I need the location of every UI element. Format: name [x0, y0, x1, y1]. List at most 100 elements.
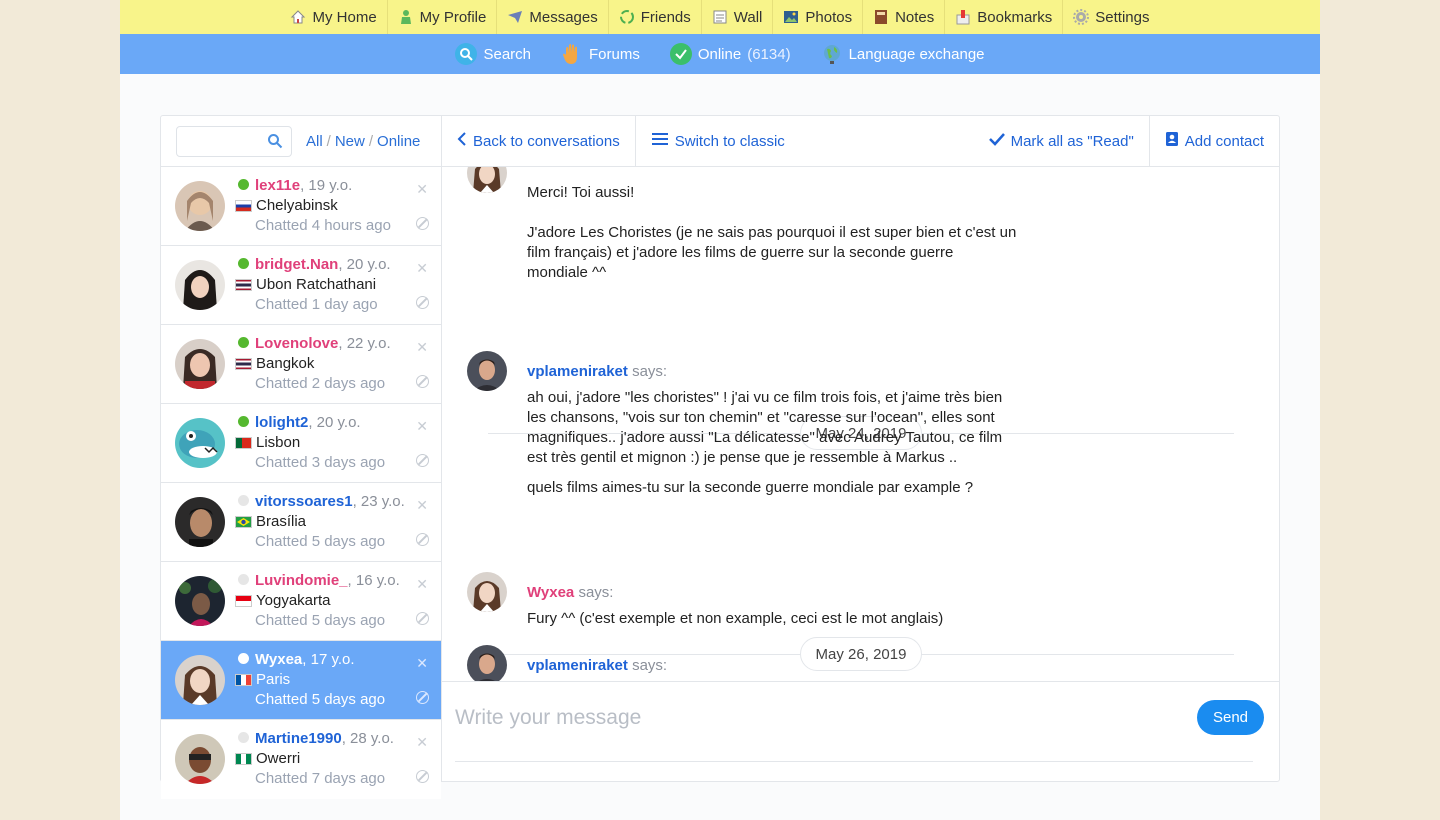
nav-my-profile-label: My Profile — [419, 8, 487, 26]
contact-name[interactable]: Luvindomie_, 16 y.o. — [255, 572, 400, 589]
message-text: Fury ^^ (c'est exemple et non example, c… — [527, 610, 944, 627]
filter-new[interactable]: New — [335, 133, 365, 150]
filter-online[interactable]: Online — [377, 133, 420, 150]
contact-location: Paris — [235, 671, 290, 688]
nav-wall[interactable]: Wall — [702, 0, 774, 34]
settings-icon — [1073, 9, 1090, 25]
contact-item[interactable]: vitorssoares1, 23 y.o. Brasília Chatted … — [161, 483, 441, 562]
author-name[interactable]: vplameniraket — [527, 657, 628, 674]
nav-settings-label: Settings — [1095, 8, 1150, 26]
mark-all-read-button[interactable]: Mark all as "Read" — [974, 116, 1149, 166]
contact-location: Chelyabinsk — [235, 197, 338, 214]
nav-bookmarks[interactable]: Bookmarks — [945, 0, 1064, 34]
subnav-search-label: Search — [483, 45, 531, 63]
filter-all[interactable]: All — [306, 133, 323, 150]
author-name[interactable]: vplameniraket — [527, 363, 628, 380]
block-icon[interactable] — [416, 533, 429, 546]
subnav-online-label: Online — [697, 45, 742, 63]
contact-age: , 22 y.o. — [338, 335, 391, 352]
back-to-conversations-button[interactable]: Back to conversations — [442, 116, 636, 166]
message-input[interactable]: Write your message — [455, 706, 641, 730]
contact-name[interactable]: Wyxea, 17 y.o. — [255, 651, 355, 668]
avatar — [175, 181, 225, 231]
switch-to-classic-button[interactable]: Switch to classic — [636, 116, 800, 166]
close-icon[interactable]: ✕ — [416, 655, 428, 672]
send-button[interactable]: Send — [1197, 700, 1264, 735]
author-name[interactable]: Wyxea — [527, 584, 574, 601]
contact-item[interactable]: lolight2, 20 y.o. Lisbon Chatted 3 days … — [161, 404, 441, 483]
block-icon[interactable] — [416, 217, 429, 230]
switch-to-classic-label: Switch to classic — [674, 132, 785, 150]
subnav-forums[interactable]: Forums — [561, 43, 640, 65]
contact-name[interactable]: lex11e, 19 y.o. — [255, 177, 352, 194]
contact-name[interactable]: Martine1990, 28 y.o. — [255, 730, 394, 747]
friends-icon — [619, 9, 635, 25]
close-icon[interactable]: ✕ — [416, 497, 428, 514]
contact-name[interactable]: lolight2, 20 y.o. — [255, 414, 361, 431]
subnav-search[interactable]: Search — [455, 43, 531, 65]
contact-location-text: Bangkok — [256, 355, 315, 372]
close-icon[interactable]: ✕ — [416, 260, 428, 277]
block-icon[interactable] — [416, 691, 429, 704]
online-status-dot — [238, 337, 249, 348]
block-icon[interactable] — [416, 454, 429, 467]
close-icon[interactable]: ✕ — [416, 418, 428, 435]
block-icon[interactable] — [416, 296, 429, 309]
contact-search-input[interactable] — [176, 125, 292, 157]
sub-navigation: Search Forums Online (6134) Language exc… — [120, 34, 1320, 74]
contact-item[interactable]: lex11e, 19 y.o. Chelyabinsk Chatted 4 ho… — [161, 167, 441, 246]
contact-last-chatted: Chatted 1 day ago — [255, 296, 378, 313]
avatar — [467, 645, 507, 681]
nav-my-profile[interactable]: My Profile — [388, 0, 498, 34]
offline-status-dot — [238, 495, 249, 506]
subnav-online[interactable]: Online (6134) — [669, 43, 791, 65]
contact-item[interactable]: Martine1990, 28 y.o. Owerri Chatted 7 da… — [161, 720, 441, 799]
globe-icon — [821, 43, 843, 65]
add-contact-label: Add contact — [1184, 132, 1264, 150]
contact-location-text: Chelyabinsk — [256, 197, 338, 214]
conversation-filters: All / New / Online — [306, 133, 420, 150]
subnav-language-exchange[interactable]: Language exchange — [821, 43, 985, 65]
contact-item-selected[interactable]: Wyxea, 17 y.o. Paris Chatted 5 days ago … — [161, 641, 441, 720]
nav-messages[interactable]: Messages — [497, 0, 609, 34]
contact-item[interactable]: bridget.Nan, 20 y.o. Ubon Ratchathani Ch… — [161, 246, 441, 325]
message: vplameniraket says: ah oui, j'adore "les… — [467, 351, 1017, 498]
nav-photos[interactable]: Photos — [773, 0, 864, 34]
close-icon[interactable]: ✕ — [416, 339, 428, 356]
contact-item[interactable]: Luvindomie_, 16 y.o. Yogyakarta Chatted … — [161, 562, 441, 641]
nav-photos-label: Photos — [805, 8, 853, 26]
conversation-pane: Back to conversations Switch to classic … — [442, 116, 1279, 781]
close-icon[interactable]: ✕ — [416, 181, 428, 198]
filter-separator: / — [368, 132, 374, 150]
contact-age: , 19 y.o. — [300, 177, 353, 194]
photos-icon — [783, 9, 799, 25]
contact-last-chatted: Chatted 5 days ago — [255, 691, 386, 708]
nav-notes[interactable]: Notes — [863, 0, 946, 34]
contact-card-icon — [1165, 131, 1179, 151]
message-composer: Write your message Send — [442, 681, 1279, 781]
checkmark-icon — [988, 132, 1005, 150]
message-author: vplameniraket says: — [527, 363, 1017, 380]
close-icon[interactable]: ✕ — [416, 734, 428, 751]
contact-last-chatted: Chatted 2 days ago — [255, 375, 386, 392]
nav-settings[interactable]: Settings — [1063, 0, 1159, 34]
nav-my-home[interactable]: My Home — [280, 0, 388, 34]
block-icon[interactable] — [416, 770, 429, 783]
nav-friends-label: Friends — [640, 8, 691, 26]
block-icon[interactable] — [416, 375, 429, 388]
back-to-conversations-label: Back to conversations — [473, 132, 620, 150]
contact-name-text: Lovenolove — [255, 335, 339, 352]
contact-location: Yogyakarta — [235, 592, 331, 609]
date-separator: May 26, 2019 — [488, 637, 1234, 671]
contact-name[interactable]: bridget.Nan, 20 y.o. — [255, 256, 391, 273]
contact-name[interactable]: Lovenolove, 22 y.o. — [255, 335, 391, 352]
close-icon[interactable]: ✕ — [416, 576, 428, 593]
block-icon[interactable] — [416, 612, 429, 625]
contact-location: Bangkok — [235, 355, 314, 372]
contact-name[interactable]: vitorssoares1, 23 y.o. — [255, 493, 405, 510]
add-contact-button[interactable]: Add contact — [1148, 116, 1279, 166]
nav-friends[interactable]: Friends — [609, 0, 702, 34]
raised-hand-icon — [561, 43, 583, 65]
contact-last-chatted: Chatted 5 days ago — [255, 533, 386, 550]
contact-item[interactable]: Lovenolove, 22 y.o. Bangkok Chatted 2 da… — [161, 325, 441, 404]
